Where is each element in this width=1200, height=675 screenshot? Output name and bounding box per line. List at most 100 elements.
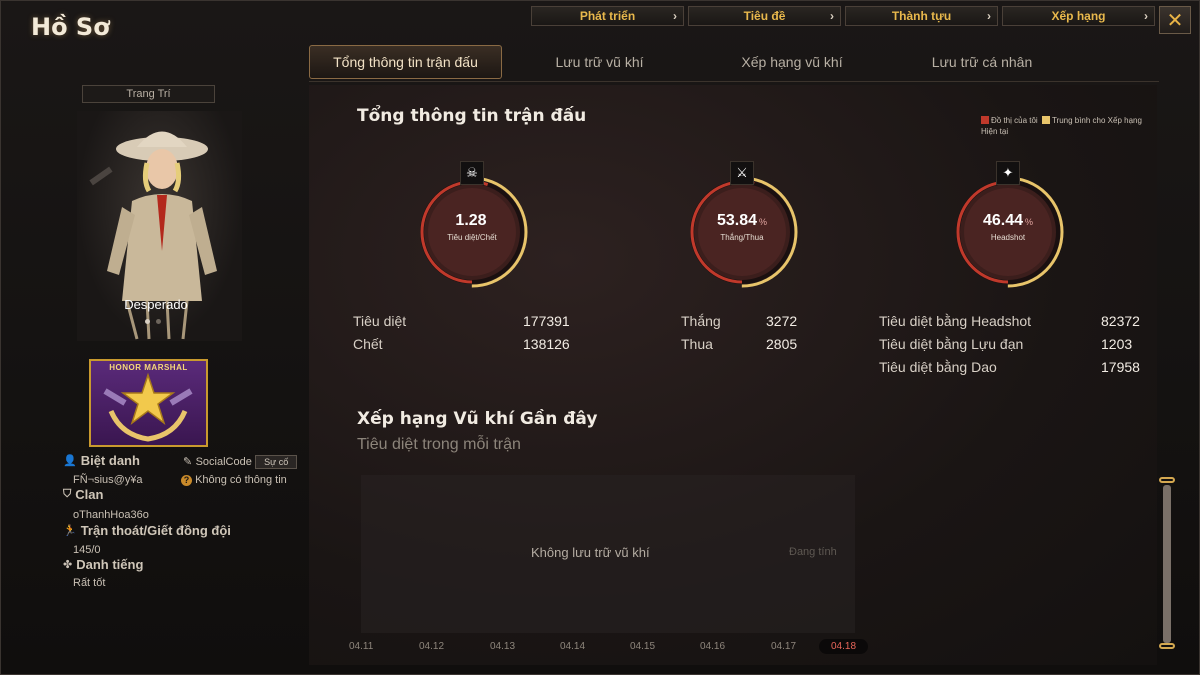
scroll-up-cap[interactable] bbox=[1159, 477, 1175, 483]
stat-knife-kills-value: 17958 bbox=[1101, 359, 1140, 375]
date-item[interactable]: 04.11 bbox=[349, 641, 373, 652]
socialcode-report-button[interactable]: Sự cố bbox=[255, 455, 298, 469]
legend-swatch-avg bbox=[1041, 116, 1050, 124]
chevron-right-icon: › bbox=[830, 9, 834, 23]
scroll-down-cap[interactable] bbox=[1159, 643, 1175, 649]
menu-label: Phát triển bbox=[579, 9, 636, 23]
chart-legend: Đồ thị của tôi Trung bình cho Xếp hạng H… bbox=[981, 115, 1151, 137]
scrollbar[interactable] bbox=[1159, 477, 1175, 651]
stat-knife-kills-label: Tiêu diệt bằng Dao bbox=[879, 359, 997, 375]
tab-bar: Tổng thông tin trận đấu Lưu trữ vũ khí X… bbox=[309, 45, 1077, 79]
stat-kills-label: Tiêu diệt bbox=[353, 313, 407, 329]
stat-kills-value: 177391 bbox=[523, 313, 570, 329]
close-icon: ✕ bbox=[1166, 9, 1184, 32]
date-item-active[interactable]: 04.18 bbox=[819, 639, 869, 654]
rank-badge: HONOR MARSHAL bbox=[89, 359, 208, 447]
date-item[interactable]: 04.17 bbox=[771, 641, 796, 652]
escape-label: Trận thoát/Giết đồng đội bbox=[80, 523, 231, 538]
tag-icon: ✎ bbox=[183, 456, 193, 468]
user-icon: 👤 bbox=[63, 455, 77, 467]
reputation-row: ✤ Danh tiếng bbox=[63, 557, 143, 572]
window-title: Hồ Sơ bbox=[31, 13, 110, 41]
date-item[interactable]: 04.13 bbox=[490, 641, 515, 652]
socialcode-value: Không có thông tin bbox=[195, 474, 287, 486]
date-item[interactable]: 04.16 bbox=[700, 641, 725, 652]
clan-label: Clan bbox=[75, 487, 104, 502]
legend-swatch-mine bbox=[981, 116, 989, 124]
stat-losses-value: 2805 bbox=[766, 336, 798, 352]
running-icon: 🏃 bbox=[63, 525, 77, 537]
pager-dot[interactable] bbox=[145, 319, 150, 324]
gauge-inner bbox=[698, 188, 786, 276]
date-item[interactable]: 04.14 bbox=[560, 641, 585, 652]
empty-state-text: Không lưu trữ vũ khí bbox=[531, 545, 650, 560]
chevron-right-icon: › bbox=[1144, 9, 1148, 23]
scroll-thumb[interactable] bbox=[1163, 485, 1171, 643]
gauge-inner bbox=[428, 188, 516, 276]
menu-titles[interactable]: Tiêu đề › bbox=[688, 6, 841, 26]
stat-wins-label: Thắng bbox=[681, 313, 721, 329]
clover-icon: ✤ bbox=[63, 559, 73, 571]
tab-personal-storage[interactable]: Lưu trữ cá nhân bbox=[887, 45, 1077, 79]
clan-value: oThanhHoa36o bbox=[73, 509, 149, 521]
menu-label: Thành tựu bbox=[891, 9, 952, 23]
escape-value: 145/0 bbox=[73, 544, 101, 556]
clan-row: ⛉ Clan bbox=[63, 487, 103, 502]
nickname-row: 👤 Biệt danh bbox=[63, 453, 140, 468]
top-menu: Phát triển › Tiêu đề › Thành tựu › Xếp hạng… bbox=[531, 6, 1155, 26]
weapon-rank-title: Xếp hạng Vũ khí Gần đây bbox=[357, 409, 598, 429]
pager-dot[interactable] bbox=[156, 319, 161, 324]
stat-deaths-value: 138126 bbox=[523, 336, 570, 352]
crossed-guns-icon: ⚔ bbox=[730, 161, 754, 185]
kd-ring bbox=[416, 176, 528, 288]
reputation-value: Rất tốt bbox=[73, 577, 106, 589]
socialcode-value-row: ? Không có thông tin bbox=[181, 474, 287, 486]
escape-row: 🏃 Trận thoát/Giết đồng đội bbox=[63, 523, 231, 538]
menu-development[interactable]: Phát triển › bbox=[531, 6, 684, 26]
weapon-chart-area: Không lưu trữ vũ khí Đang tính bbox=[361, 475, 855, 633]
kd-value: 1.28 bbox=[455, 212, 487, 229]
winloss-ring bbox=[686, 176, 798, 288]
winloss-gauge: ⚔ 53.84% Thắng/Thua bbox=[677, 161, 807, 297]
menu-achievements[interactable]: Thành tựu › bbox=[845, 6, 998, 26]
menu-label: Tiêu đề bbox=[743, 9, 786, 23]
character-name: Desperado bbox=[124, 297, 188, 312]
rank-star-icon bbox=[103, 372, 193, 442]
section-title: Tổng thông tin trận đấu bbox=[357, 106, 587, 126]
chevron-right-icon: › bbox=[673, 9, 677, 23]
portrait-pager bbox=[145, 319, 161, 324]
tab-match-summary[interactable]: Tổng thông tin trận đấu bbox=[309, 45, 502, 79]
headshot-unit: % bbox=[1025, 217, 1034, 227]
stats-panel: Tổng thông tin trận đấu Đồ thị của tôi T… bbox=[309, 85, 1157, 665]
nickname-value: FÑ¬sius@y¥a bbox=[73, 474, 143, 486]
tab-weapon-storage[interactable]: Lưu trữ vũ khí bbox=[502, 45, 697, 79]
close-button[interactable]: ✕ bbox=[1159, 6, 1191, 34]
socialcode-label: SocialCode bbox=[195, 456, 252, 468]
rank-title: HONOR MARSHAL bbox=[109, 363, 188, 372]
stat-grenade-kills-label: Tiêu diệt bằng Lựu đạn bbox=[879, 336, 1024, 352]
profile-sidebar: Trang Trí Desperado HONOR MARSHAL 👤 Biệt… bbox=[61, 81, 311, 641]
menu-ranking[interactable]: Xếp hạng › bbox=[1002, 6, 1155, 26]
menu-label: Xếp hạng bbox=[1051, 9, 1106, 23]
chevron-right-icon: › bbox=[987, 9, 991, 23]
weapon-rank-subtitle: Tiêu diệt trong mỗi trận bbox=[357, 436, 521, 453]
winloss-label: Thắng/Thua bbox=[720, 233, 764, 242]
headshot-icon: ✦ bbox=[996, 161, 1020, 185]
tab-weapon-ranking[interactable]: Xếp hạng vũ khí bbox=[697, 45, 887, 79]
date-item[interactable]: 04.12 bbox=[419, 641, 444, 652]
date-item[interactable]: 04.15 bbox=[630, 641, 655, 652]
kd-gauge: ☠ 1.28 Tiêu diệt/Chết bbox=[407, 161, 537, 297]
stat-headshot-kills-value: 82372 bbox=[1101, 313, 1140, 329]
stat-grenade-kills-value: 1203 bbox=[1101, 336, 1133, 352]
profile-window: Hồ Sơ Phát triển › Tiêu đề › Thành tựu › Xế… bbox=[0, 0, 1200, 675]
date-selector: 04.11 04.12 04.13 04.14 04.15 04.16 04.1… bbox=[339, 639, 899, 661]
headshot-gauge: ✦ 46.44% Headshot bbox=[943, 161, 1073, 297]
headshot-value: 46.44 bbox=[982, 212, 1024, 229]
kd-label: Tiêu diệt/Chết bbox=[447, 233, 497, 242]
nickname-label: Biệt danh bbox=[80, 453, 140, 468]
decoration-button[interactable]: Trang Trí bbox=[82, 85, 215, 103]
help-icon[interactable]: ? bbox=[181, 474, 192, 486]
legend-mine: Đồ thị của tôi bbox=[991, 116, 1038, 125]
skull-icon: ☠ bbox=[460, 161, 484, 185]
gauge-inner bbox=[964, 188, 1052, 276]
